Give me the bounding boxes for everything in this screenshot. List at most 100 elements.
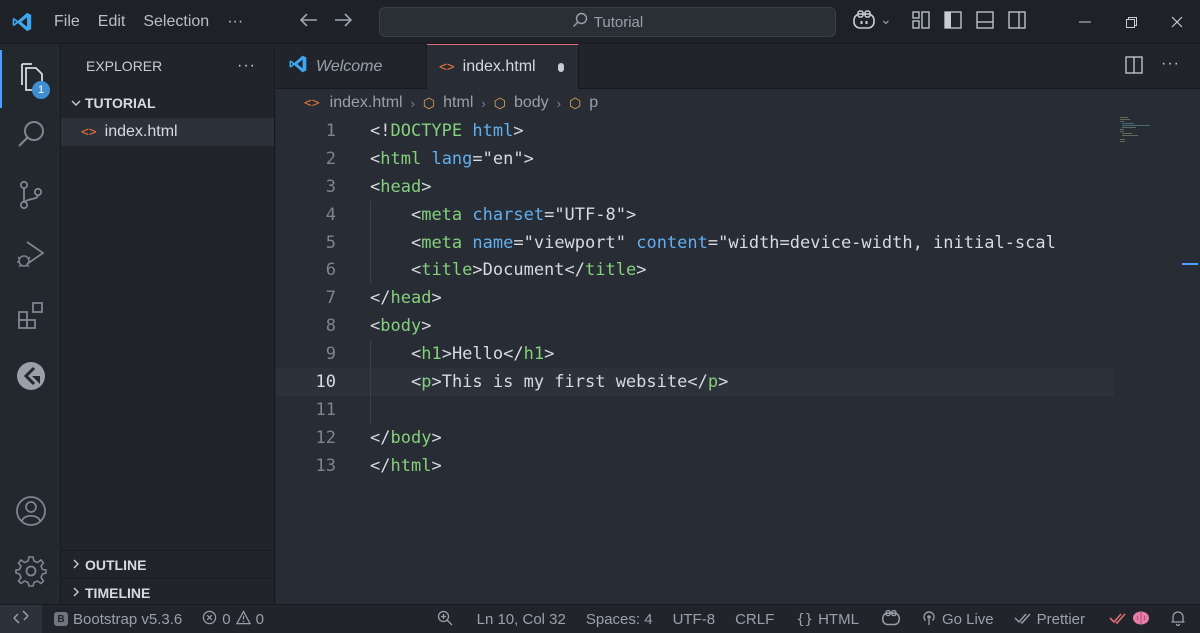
code-token: "UTF-8" — [554, 204, 626, 225]
code-token: Hello — [451, 344, 504, 365]
line-number: 10 — [315, 371, 336, 392]
prettier-status[interactable]: Prettier — [1002, 605, 1093, 633]
folder-section-tutorial[interactable]: TUTORIAL — [61, 88, 274, 118]
cursor-position-status[interactable]: Ln 10, Col 32 — [469, 605, 574, 633]
manage-activity[interactable] — [0, 544, 61, 602]
tab-welcome[interactable]: Welcome — [276, 44, 427, 89]
indentation-status[interactable]: Spaces: 4 — [574, 605, 661, 633]
tab-index-html[interactable]: <> index.html — [427, 44, 579, 89]
code-token: </ — [370, 288, 391, 309]
restore-button[interactable] — [1108, 0, 1154, 44]
editor-area: Welcome <> index.html ··· <> index.html … — [276, 44, 1200, 604]
file-item-index-html[interactable]: <> index.html — [61, 118, 274, 146]
tab-label: Welcome — [316, 57, 383, 75]
indent-guide — [370, 200, 371, 285]
line-number: 6 — [325, 260, 336, 281]
code-token: </ — [687, 371, 708, 392]
outline-section[interactable]: OUTLINE — [61, 550, 275, 579]
forward-arrow-icon[interactable] — [332, 10, 354, 33]
problems-status[interactable]: 0 0 — [190, 605, 272, 633]
code-text: <head> — [370, 177, 431, 197]
timeline-section[interactable]: TIMELINE — [61, 578, 275, 607]
extensions-icon — [16, 300, 46, 334]
search-icon — [572, 12, 588, 32]
code-token: > — [421, 316, 432, 337]
split-editor-icon[interactable] — [1125, 56, 1143, 78]
code-line[interactable]: 1 <!DOCTYPE html> — [276, 117, 1114, 145]
explorer-activity[interactable]: 1 — [0, 50, 61, 108]
breadcrumb-file[interactable]: index.html — [330, 94, 403, 112]
chevron-right-icon: › — [481, 95, 486, 111]
code-token: h1 — [421, 344, 442, 365]
extension-status[interactable] — [1093, 605, 1158, 633]
copilot-icon — [852, 9, 876, 35]
code-line[interactable]: 3 <head> — [276, 173, 1114, 201]
breadcrumb-body[interactable]: body — [514, 94, 549, 112]
code-line[interactable]: 10 <p>This is my first website</p> — [276, 368, 1114, 396]
search-activity[interactable] — [0, 107, 61, 165]
language-status[interactable]: {} HTML — [782, 605, 867, 633]
menu-more[interactable]: ··· — [218, 0, 252, 44]
close-button[interactable] — [1154, 0, 1200, 44]
encoding-status[interactable]: UTF-8 — [661, 605, 724, 633]
code-line[interactable]: 9 <h1>Hello</h1> — [276, 340, 1114, 368]
remote-explorer-activity[interactable] — [0, 349, 61, 407]
copilot-status[interactable] — [867, 605, 909, 633]
code-token: html — [390, 455, 432, 476]
explorer-more-actions[interactable]: ··· — [237, 57, 256, 75]
customize-layout-icon[interactable] — [912, 11, 930, 33]
broadcast-icon — [921, 610, 937, 630]
minimize-button[interactable] — [1062, 0, 1108, 44]
notifications-status[interactable] — [1158, 605, 1200, 633]
chevron-down-icon — [67, 96, 85, 110]
eol-status[interactable]: CRLF — [723, 605, 782, 633]
menu-selection[interactable]: Selection — [134, 0, 218, 44]
code-token: "en" — [482, 148, 524, 169]
unsaved-dot-icon[interactable] — [557, 62, 564, 72]
code-line[interactable]: 11 — [276, 396, 1114, 424]
extensions-activity[interactable] — [0, 288, 61, 346]
zoom-status[interactable] — [429, 605, 469, 633]
code-line[interactable]: 7 </head> — [276, 284, 1114, 312]
code-line[interactable]: 6 <title>Document</title> — [276, 256, 1114, 284]
code-token: > — [441, 344, 452, 365]
command-center-search[interactable]: Tutorial — [379, 7, 836, 37]
toggle-panel-icon[interactable] — [976, 11, 994, 33]
breadcrumb-html[interactable]: html — [443, 94, 473, 112]
outline-label: OUTLINE — [85, 557, 147, 573]
back-arrow-icon[interactable] — [298, 10, 320, 33]
breadcrumb-p[interactable]: p — [589, 94, 598, 112]
bootstrap-status[interactable]: B Bootstrap v5.3.6 — [42, 605, 190, 633]
line-number: 4 — [325, 204, 336, 225]
code-line[interactable]: 4 <meta charset="UTF-8"> — [276, 201, 1114, 229]
go-live-status[interactable]: Go Live — [909, 605, 1002, 633]
minimap[interactable] — [1120, 117, 1150, 147]
toggle-primary-sidebar-icon[interactable] — [944, 11, 962, 33]
copilot-button[interactable]: ⌄ — [852, 9, 892, 35]
search-icon — [16, 119, 46, 153]
code-editor[interactable]: 1 <!DOCTYPE html> 2 <html lang="en"> 3 <head>… — [276, 117, 1114, 480]
code-line[interactable]: 5 <meta name="viewport" content="width=d… — [276, 229, 1114, 257]
code-text: <meta name="viewport" content="width=dev… — [370, 233, 1056, 253]
code-token: > — [523, 148, 534, 169]
code-token: < — [370, 148, 381, 169]
run-debug-activity[interactable] — [0, 227, 61, 285]
code-line[interactable]: 13 </html> — [276, 452, 1114, 480]
activity-bar: 1 — [0, 44, 61, 604]
remote-indicator[interactable] — [0, 604, 42, 633]
accounts-activity[interactable] — [0, 484, 61, 542]
code-line[interactable]: 8 <body> — [276, 312, 1114, 340]
toggle-secondary-sidebar-icon[interactable] — [1008, 11, 1026, 33]
source-control-activity[interactable] — [0, 168, 61, 226]
code-line[interactable]: 12 </body> — [276, 424, 1114, 452]
menu-file[interactable]: File — [44, 0, 89, 44]
menu-edit[interactable]: Edit — [89, 0, 135, 44]
more-actions-icon[interactable]: ··· — [1161, 56, 1180, 78]
code-token: charset — [472, 204, 545, 225]
error-icon — [202, 610, 217, 629]
code-line[interactable]: 2 <html lang="en"> — [276, 145, 1114, 173]
